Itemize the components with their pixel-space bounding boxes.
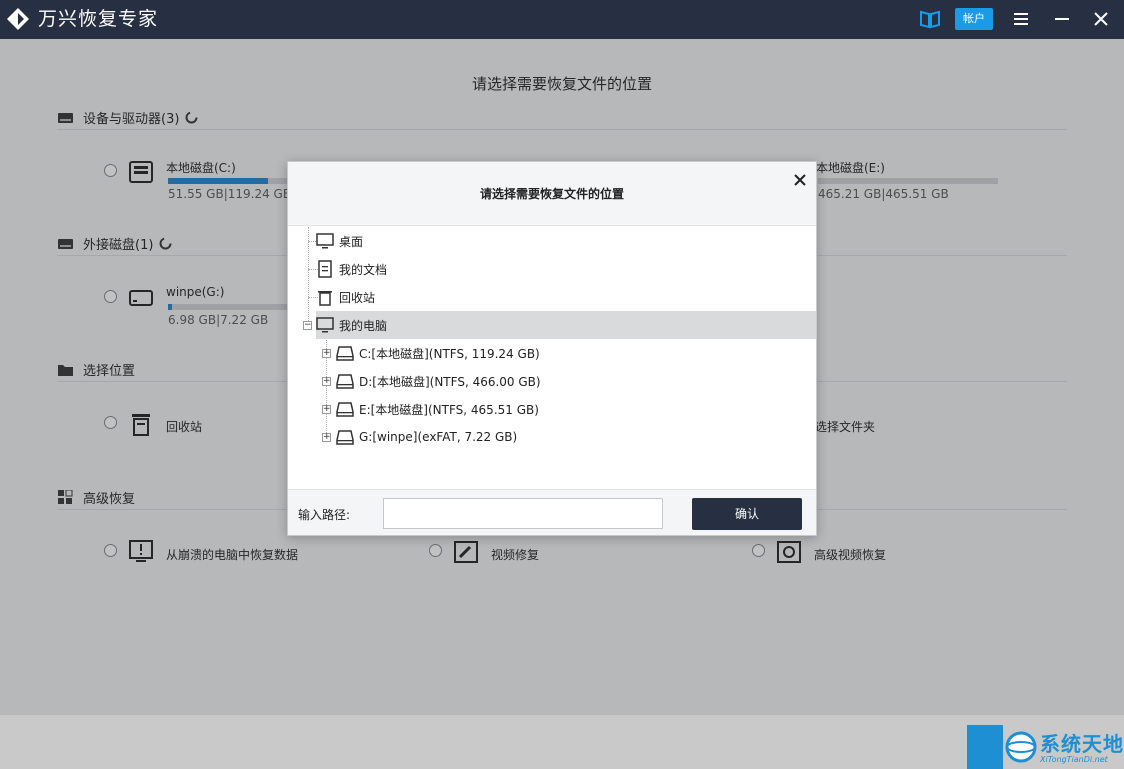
tree-item-drive-e[interactable]: E:[本地磁盘](NTFS, 465.51 GB) xyxy=(336,395,816,423)
minimize-icon[interactable] xyxy=(1053,11,1071,27)
hard-drive-icon xyxy=(336,402,354,417)
monitor-icon xyxy=(316,233,334,249)
dialog-header: 请选择需要恢复文件的位置 xyxy=(288,162,816,226)
tree-label: 我的文档 xyxy=(339,262,388,277)
trash-icon xyxy=(318,291,332,306)
tree-item-recycle[interactable]: 回收站 xyxy=(316,283,816,311)
tree-item-computer[interactable]: 我的电脑 xyxy=(316,311,816,339)
tree-label: E:[本地磁盘](NTFS, 465.51 GB) xyxy=(359,402,539,417)
watermark-text: 系统天地 xyxy=(1040,732,1124,756)
hard-drive-icon xyxy=(336,374,354,389)
close-icon[interactable] xyxy=(1092,10,1110,28)
globe-icon xyxy=(1005,731,1037,763)
tree-label: C:[本地磁盘](NTFS, 119.24 GB) xyxy=(359,346,540,361)
tree-label: G:[winpe](exFAT, 7.22 GB) xyxy=(359,430,518,444)
tree-label: 我的电脑 xyxy=(339,318,388,333)
expand-toggle[interactable]: + xyxy=(322,433,331,442)
tree-label: D:[本地磁盘](NTFS, 466.00 GB) xyxy=(359,374,541,389)
path-label: 输入路径: xyxy=(298,508,351,522)
book-icon[interactable] xyxy=(919,9,941,29)
computer-icon xyxy=(316,317,334,333)
tree-item-documents[interactable]: 我的文档 xyxy=(316,255,816,283)
tree-item-drive-c[interactable]: C:[本地磁盘](NTFS, 119.24 GB) xyxy=(336,339,816,367)
tree-item-drive-g[interactable]: G:[winpe](exFAT, 7.22 GB) xyxy=(336,423,816,451)
tree-label: 回收站 xyxy=(339,290,376,305)
app-logo-icon xyxy=(7,8,29,30)
account-button[interactable]: 帐户 xyxy=(955,8,993,30)
title-bar: 万兴恢复专家 帐户 xyxy=(0,0,1124,39)
menu-icon[interactable] xyxy=(1012,11,1030,27)
app-title: 万兴恢复专家 xyxy=(38,8,159,30)
location-dialog: 请选择需要恢复文件的位置 桌面 我的文档 回收站 我的电脑 − C:[本地磁盘]… xyxy=(287,161,817,536)
tree-label: 桌面 xyxy=(339,234,364,249)
path-input[interactable] xyxy=(383,498,663,529)
dialog-footer: 输入路径: 确认 xyxy=(288,489,816,535)
expand-toggle[interactable]: + xyxy=(322,405,331,414)
confirm-button[interactable]: 确认 xyxy=(692,498,802,530)
close-icon[interactable] xyxy=(792,172,808,188)
bottom-bar: 系统天地 XiTongTianDi.net xyxy=(0,714,1124,769)
expand-toggle[interactable]: + xyxy=(322,377,331,386)
collapse-toggle[interactable]: − xyxy=(303,321,312,330)
hard-drive-icon xyxy=(336,346,354,361)
hard-drive-icon xyxy=(336,430,354,445)
expand-toggle[interactable]: + xyxy=(322,349,331,358)
tree-item-drive-d[interactable]: D:[本地磁盘](NTFS, 466.00 GB) xyxy=(336,367,816,395)
folder-tree: 桌面 我的文档 回收站 我的电脑 − C:[本地磁盘](NTFS, 119.24… xyxy=(288,227,816,489)
tree-item-desktop[interactable]: 桌面 xyxy=(316,227,816,255)
dialog-title: 请选择需要恢复文件的位置 xyxy=(479,187,624,201)
watermark-box xyxy=(967,725,1003,769)
watermark-sub: XiTongTianDi.net xyxy=(1040,755,1108,764)
document-icon xyxy=(318,260,332,278)
